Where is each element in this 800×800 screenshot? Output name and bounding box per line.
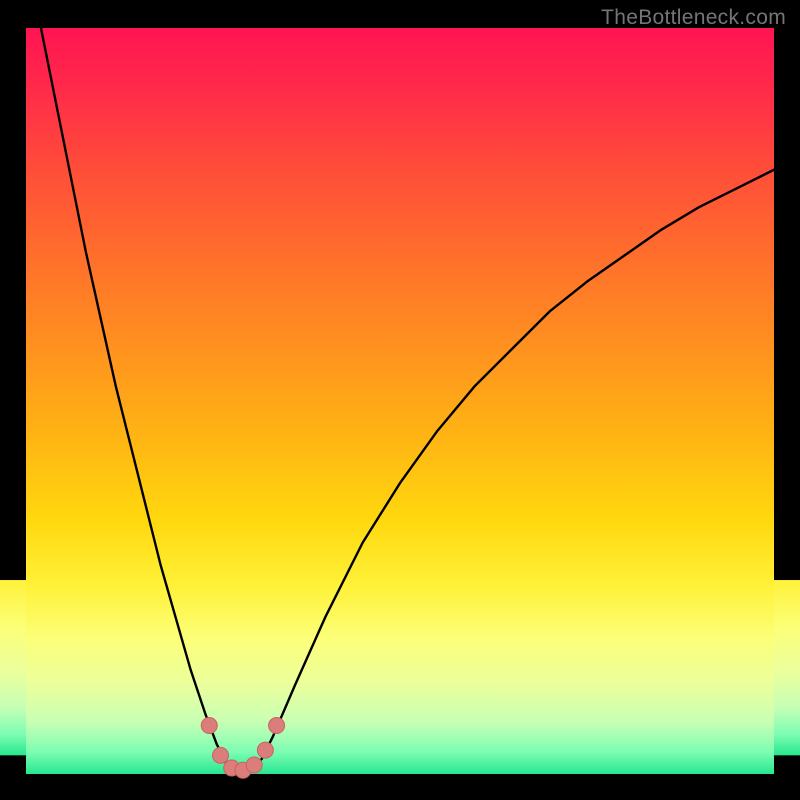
plot-gradient-background bbox=[26, 28, 774, 774]
bottleneck-curve-chart bbox=[0, 0, 800, 800]
curve-marker bbox=[201, 718, 217, 734]
curve-marker bbox=[246, 757, 262, 773]
curve-marker bbox=[257, 742, 273, 758]
curve-marker bbox=[212, 747, 228, 763]
chart-stage: TheBottleneck.com bbox=[0, 0, 800, 800]
curve-marker bbox=[269, 718, 285, 734]
